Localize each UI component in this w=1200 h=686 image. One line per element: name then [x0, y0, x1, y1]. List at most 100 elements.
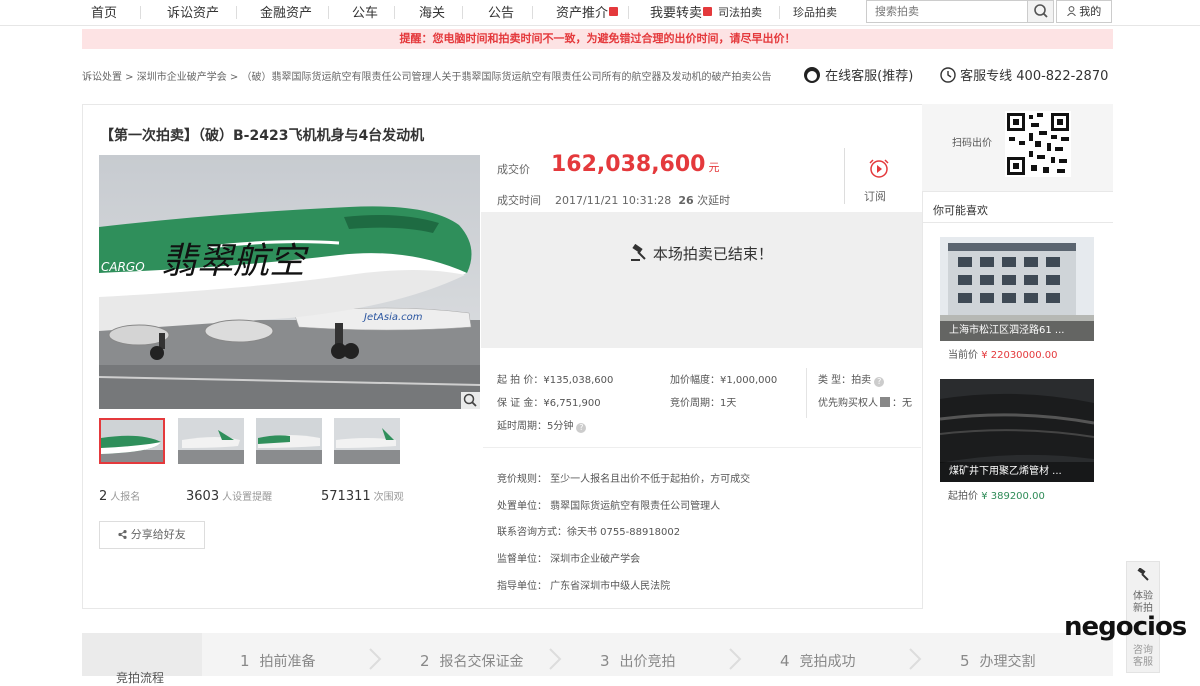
negocios-logo: negocios — [1064, 612, 1187, 642]
bid-increment: 加价幅度：¥1,000,000 — [670, 375, 778, 386]
nav-asset-promotion-label: 资产推介 — [556, 6, 609, 21]
clock-phone-icon — [940, 67, 956, 83]
guiding-unit: 指导单位： 广东省深圳市中级人民法院 — [497, 581, 671, 592]
nav-separator — [628, 6, 629, 19]
online-service-label: 在线客服(推荐) — [825, 69, 914, 84]
thumbnail-3[interactable] — [256, 418, 322, 464]
stat-value: 571311 — [321, 489, 371, 504]
stat-applicants: 2 人报名 — [99, 488, 140, 504]
nav-financial-assets[interactable]: 金融资产 — [260, 2, 312, 21]
hotline-label: 客服专线 400-822-2870 — [960, 69, 1109, 84]
step-4: 4 竞拍成功 — [780, 651, 856, 671]
qr-code[interactable] — [1005, 111, 1071, 177]
share-icon — [118, 530, 127, 539]
stat-views: 571311 次围观 — [321, 488, 404, 504]
nav-resell[interactable]: 我要转卖 — [650, 2, 713, 21]
hot-badge-icon — [703, 7, 713, 16]
recommend-price-value: ¥ 389200.00 — [981, 491, 1045, 502]
help-icon[interactable]: ? — [874, 377, 885, 387]
breadcrumb[interactable]: 诉讼处置 > 深圳市企业破产学会 > （破）翡翠国际货运航空有限责任公司管理人关… — [82, 68, 771, 83]
agent-avatar-icon — [804, 67, 820, 83]
deal-time-value: 2017/11/21 10:31:28 — [555, 194, 672, 207]
nav-home[interactable]: 首页 — [91, 2, 117, 21]
consult-service-link[interactable]: 咨询客服 — [1127, 645, 1159, 669]
auction-ended-message: 本场拍卖已结束！ — [481, 243, 922, 264]
aircraft-thumbnail — [178, 418, 244, 464]
cargo-text: CARGO — [101, 260, 145, 274]
share-label: 分享给好友 — [130, 528, 186, 541]
priority-buyer-value: 无 — [902, 398, 912, 409]
recommend-price-1: 当前价 ¥ 22030000.00 — [948, 346, 1058, 361]
main-lot-image[interactable]: JetAsia.com 翡翠航空 CARGO — [99, 155, 480, 409]
bidding-cycle: 竞价周期：1天 — [670, 398, 737, 409]
search-box — [866, 0, 1054, 23]
step-number: 1 — [240, 652, 250, 670]
nav-customs[interactable]: 海关 — [419, 2, 445, 21]
delay-period: 延时周期：5分钟? — [497, 417, 587, 433]
nav-notices[interactable]: 公告 — [488, 2, 514, 21]
stat-label: 人设置提醒 — [222, 492, 273, 503]
help-icon[interactable]: ? — [576, 423, 587, 433]
step-number: 4 — [780, 652, 790, 670]
divider — [844, 148, 845, 204]
nav-separator — [328, 6, 329, 19]
steps-head: 竞拍流程 — [82, 633, 202, 685]
nav-treasure-auction[interactable]: 珍品拍卖 — [793, 4, 837, 20]
step-label: 报名交保证金 — [439, 654, 524, 670]
auction-steps — [82, 633, 1113, 676]
step-label: 出价竞拍 — [619, 654, 676, 670]
magnifier-icon — [463, 393, 477, 407]
online-service-link[interactable]: 在线客服(推荐) — [803, 65, 913, 84]
step-label: 竞拍成功 — [799, 654, 856, 670]
nav-public-cars[interactable]: 公车 — [352, 2, 378, 21]
aircraft-photo: JetAsia.com 翡翠航空 CARGO — [99, 155, 480, 409]
step-number: 5 — [960, 652, 970, 670]
nav-litigation-assets[interactable]: 诉讼资产 — [167, 2, 219, 21]
supervising-unit: 监督单位： 深圳市企业破产学会 — [497, 554, 641, 565]
nav-separator — [394, 6, 395, 19]
share-button[interactable]: 分享给好友 — [99, 521, 205, 549]
fuselage-logo-text: 翡翠航空 — [161, 241, 309, 282]
search-input[interactable] — [867, 1, 1027, 22]
delay-period-label: 延时周期：5分钟 — [497, 421, 574, 432]
nav-separator — [532, 6, 533, 19]
recommend-caption: 煤矿井下用聚乙烯管材 ... — [940, 462, 1094, 482]
qr-bid-label: 扫码出价 — [952, 138, 992, 149]
stat-reminders: 3603 人设置提醒 — [186, 488, 272, 504]
step-number: 2 — [420, 652, 430, 670]
gavel-icon — [1137, 567, 1149, 581]
aircraft-thumbnail — [334, 418, 400, 464]
nav-separator — [462, 6, 463, 19]
price-unit: 元 — [708, 161, 720, 174]
service-hotline: 客服专线 400-822-2870 — [940, 65, 1108, 84]
search-button[interactable] — [1027, 1, 1053, 22]
info-badge-icon — [880, 397, 890, 407]
recommend-card-2[interactable]: 煤矿井下用聚乙烯管材 ... — [940, 379, 1094, 482]
auction-ended-box: 本场拍卖已结束！ — [481, 212, 922, 348]
nav-asset-promotion[interactable]: 资产推介 — [556, 2, 619, 21]
alarm-clock-icon[interactable] — [868, 157, 890, 179]
zoom-button[interactable] — [461, 392, 480, 409]
jetasia-text: JetAsia.com — [362, 312, 423, 323]
recommend-title: 你可能喜欢 — [933, 204, 988, 217]
deposit: 保 证 金：¥6,751,900 — [497, 398, 601, 409]
final-price-value: 162,038,600 — [551, 152, 706, 177]
my-account-button[interactable]: 我的 — [1056, 0, 1112, 23]
thumbnail-1[interactable] — [99, 418, 165, 464]
nav-judicial-auction[interactable]: 司法拍卖 — [718, 4, 762, 20]
aircraft-thumbnail — [256, 418, 322, 464]
thumbnail-2[interactable] — [178, 418, 244, 464]
search-icon — [1034, 4, 1048, 18]
divider — [483, 447, 921, 448]
recommend-price-2: 起拍价 ¥ 389200.00 — [948, 487, 1045, 502]
lot-title: 【第一次拍卖】（破）B-2423飞机机身与4台发动机 — [100, 128, 425, 144]
auction-ended-label: 本场拍卖已结束！ — [652, 245, 773, 263]
subscribe-button[interactable]: 订阅 — [864, 188, 886, 204]
chevron-right-icon — [729, 648, 742, 670]
thumbnail-4[interactable] — [334, 418, 400, 464]
nav-separator — [236, 6, 237, 19]
step-1: 1 拍前准备 — [240, 651, 316, 671]
recommend-card-1[interactable]: 上海市松江区泗泾路61 ... — [940, 237, 1094, 341]
step-label: 办理交割 — [979, 654, 1036, 670]
time-warning-banner: 提醒：您电脑时间和拍卖时间不一致，为避免错过合理的出价时间，请尽早出价！ — [82, 29, 1113, 49]
